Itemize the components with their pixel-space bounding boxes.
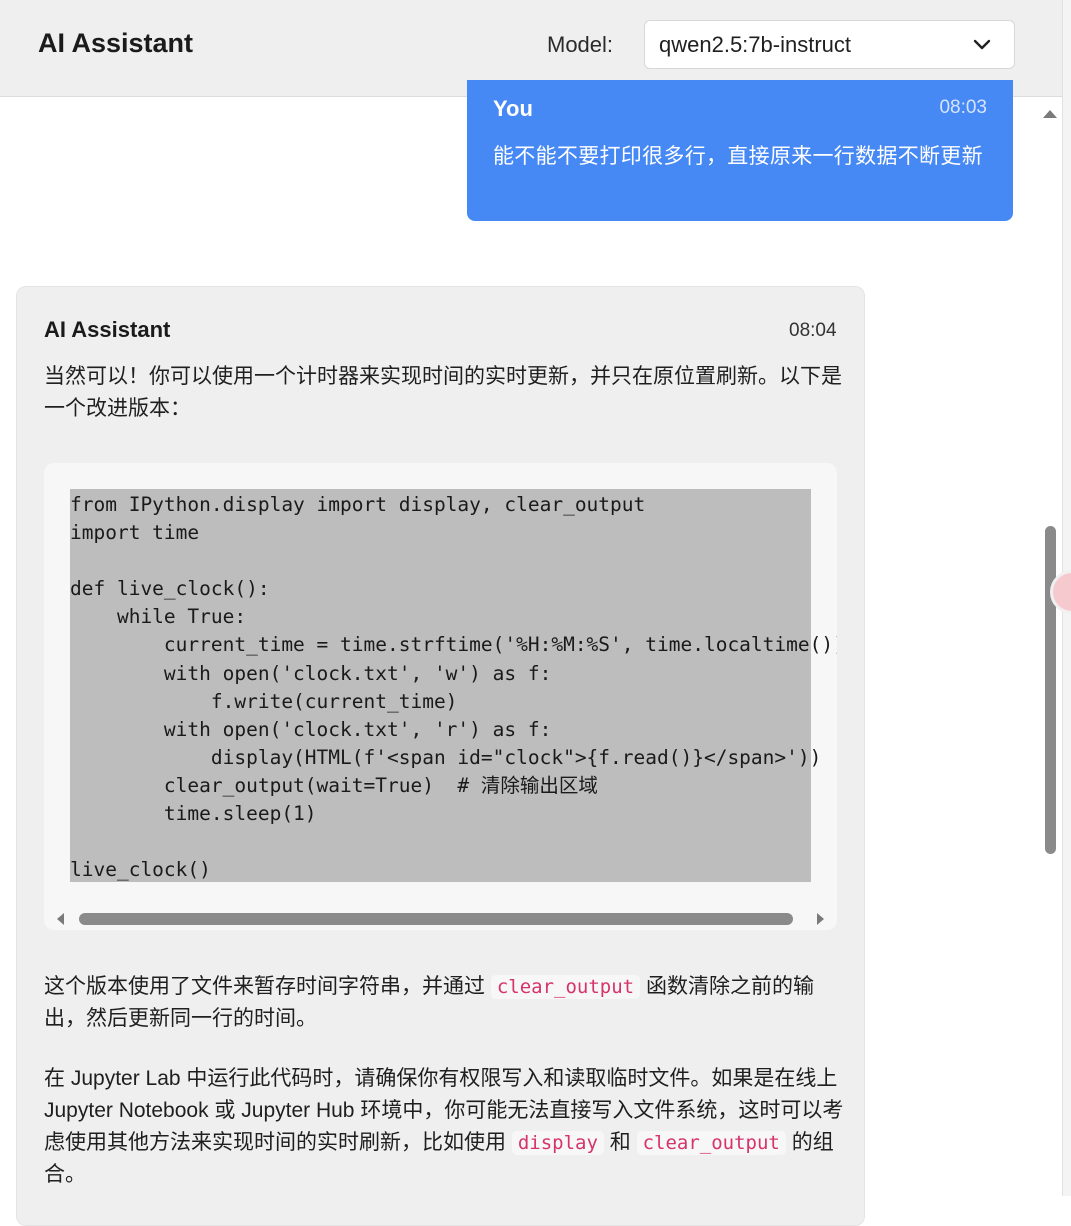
assistant-paragraph-2: 这个版本使用了文件来暂存时间字符串，并通过 clear_output 函数清除之…	[44, 971, 844, 1035]
triangle-up-icon[interactable]	[1043, 110, 1057, 118]
code-line: with open('clock.txt', 'r') as f:	[70, 717, 552, 741]
code-line: current_time = time.strftime('%H:%M:%S',…	[70, 633, 837, 657]
user-message: You 08:03 能不能不要打印很多行，直接原来一行数据不断更新	[467, 80, 1013, 221]
inline-code: clear_output	[636, 1131, 786, 1155]
model-select[interactable]: qwen2.5:7b-instruct	[644, 20, 1015, 69]
assistant-paragraph-3: 在 Jupyter Lab 中运行此代码时，请确保你有权限写入和读取临时文件。如…	[44, 1063, 844, 1191]
model-select-value: qwen2.5:7b-instruct	[659, 32, 851, 57]
inline-code: clear_output	[490, 975, 641, 999]
code-line: display(HTML(f'<span id="clock">{f.read(…	[70, 745, 822, 769]
code-line: live_clock()	[70, 858, 211, 882]
assistant-message-time: 08:04	[789, 320, 837, 341]
code-line: f.write(current_time)	[70, 689, 458, 713]
assistant-message: AI Assistant 08:04 当然可以！你可以使用一个计时器来实现时间的…	[16, 286, 865, 1226]
inline-code: display	[511, 1131, 604, 1155]
code-line: while True:	[70, 605, 247, 629]
user-message-text: 能不能不要打印很多行，直接原来一行数据不断更新	[493, 145, 983, 168]
code-block: from IPython.display import display, cle…	[44, 463, 837, 930]
code-line: time.sleep(1)	[70, 802, 317, 826]
code-line: def live_clock():	[70, 577, 270, 601]
code-scroll-thumb[interactable]	[79, 913, 793, 925]
code-line: clear_output(wait=True) # 清除输出区域	[70, 773, 598, 797]
code-line: with open('clock.txt', 'w') as f:	[70, 661, 552, 685]
scroll-right-icon[interactable]	[817, 913, 824, 925]
paragraph-text: 这个版本使用了文件来暂存时间字符串，并通过	[44, 975, 491, 998]
scroll-left-icon[interactable]	[57, 913, 64, 925]
page-scroll-thumb[interactable]	[1045, 526, 1056, 854]
model-label: Model:	[547, 32, 614, 57]
assistant-message-sender: AI Assistant	[44, 317, 171, 342]
assistant-intro-text: 当然可以！你可以使用一个计时器来实现时间的实时更新，并只在原位置刷新。以下是一个…	[44, 365, 842, 420]
user-message-sender: You	[493, 96, 533, 121]
app-title: AI Assistant	[38, 28, 194, 58]
code-horizontal-scrollbar[interactable]	[44, 907, 837, 930]
code-line: from IPython.display import display, cle…	[70, 493, 646, 516]
user-message-time: 08:03	[939, 97, 987, 118]
code-line: import time	[70, 521, 200, 545]
code-content[interactable]: from IPython.display import display, cle…	[70, 491, 837, 884]
paragraph-text: 和	[603, 1131, 637, 1154]
chevron-down-icon	[973, 39, 991, 50]
